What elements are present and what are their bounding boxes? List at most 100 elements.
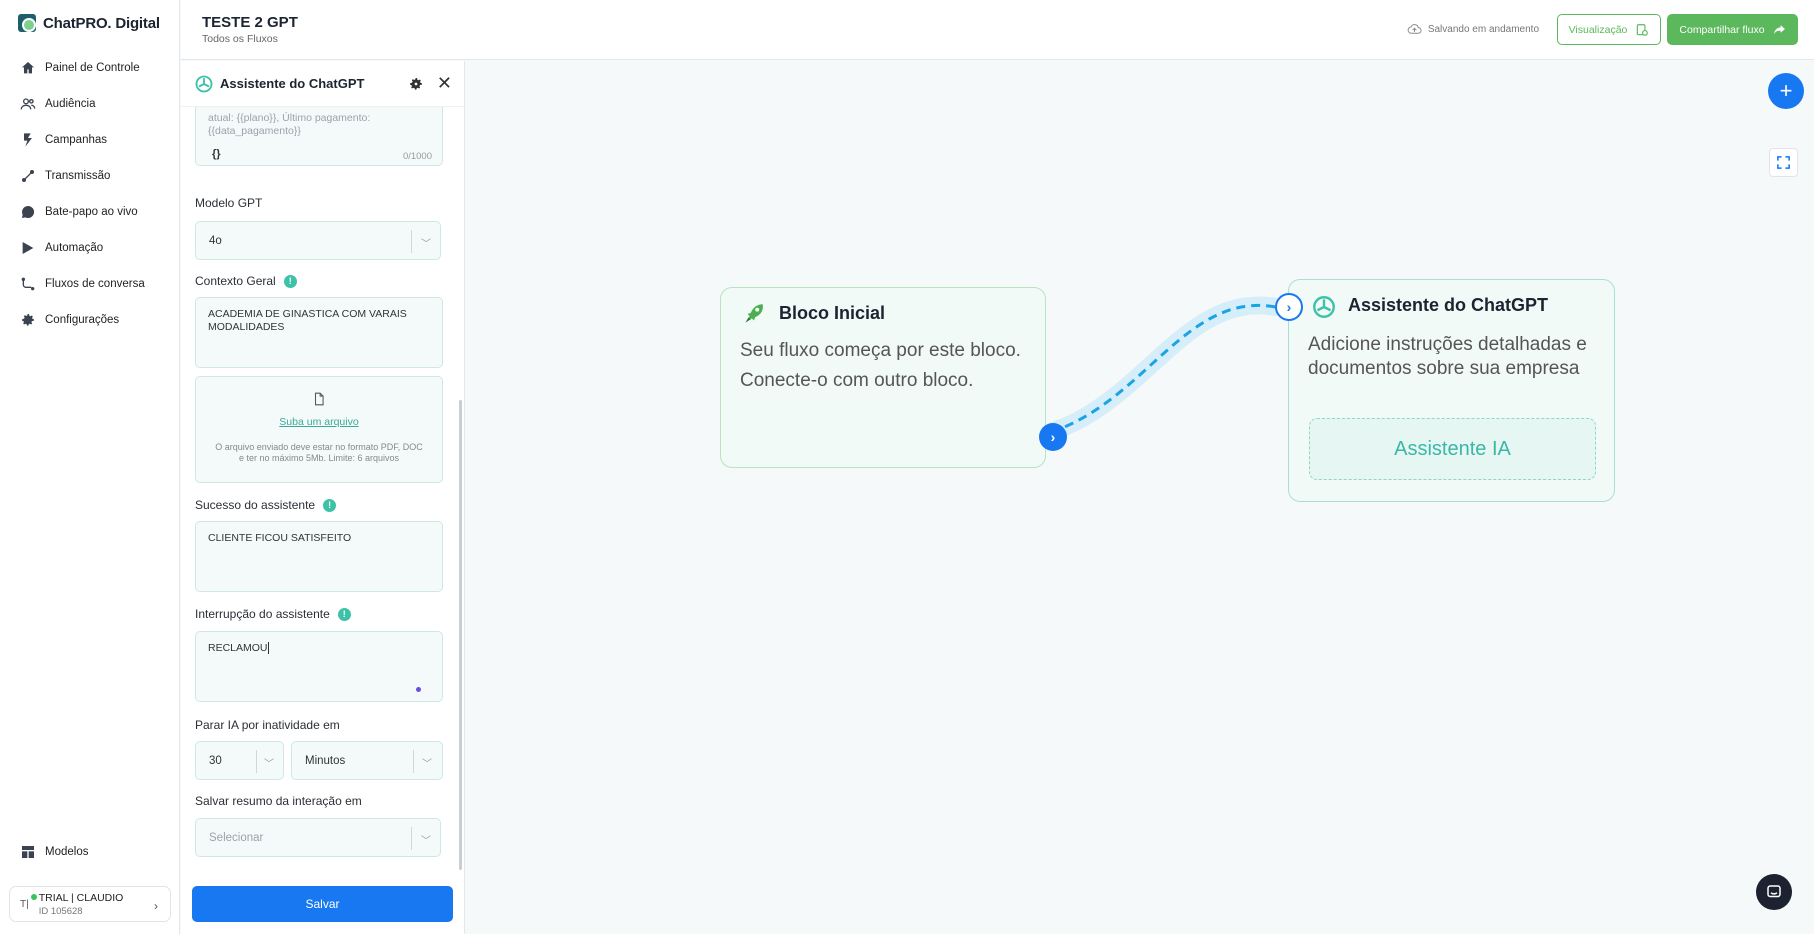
sidebar-item-transmissao[interactable]: Transmissão <box>0 158 180 194</box>
chatgpt-node[interactable]: Assistente do ChatGPT Adicione instruçõe… <box>1288 279 1615 502</box>
chat-icon <box>22 205 35 218</box>
users-icon <box>20 98 36 110</box>
support-chat-button[interactable] <box>1756 874 1792 910</box>
broadcast-icon <box>22 170 34 182</box>
panel-header: Assistente do ChatGPT ✕ <box>181 61 464 107</box>
user-card[interactable]: T| TRIAL | CLAUDIO ID 105628 › <box>9 886 171 922</box>
user-name: TRIAL | CLAUDIO <box>38 891 124 904</box>
interruption-label-text: Interrupção do assistente <box>195 607 330 621</box>
chatgpt-logo-icon <box>195 75 213 92</box>
success-label: Sucesso do assistente ! <box>195 498 337 512</box>
sidebar-item-automacao[interactable]: Automação <box>0 230 180 266</box>
info-icon[interactable]: ! <box>283 274 297 288</box>
char-counter: 0/1000 <box>402 151 432 162</box>
share-flow-button-label: Compartilhar fluxo <box>1679 23 1765 36</box>
flow-canvas[interactable]: Bloco Inicial Seu fluxo começa por este … <box>466 61 1814 934</box>
context-label-text: Contexto Geral <box>195 274 276 288</box>
bolt-icon <box>24 133 32 147</box>
select-divider <box>413 750 414 773</box>
chevron-down-icon: ﹀ <box>264 759 274 770</box>
cloud-upload-icon <box>1407 24 1422 34</box>
rocket-icon <box>745 304 763 323</box>
settings-gear-icon[interactable] <box>408 76 424 92</box>
text-cursor <box>267 642 269 655</box>
panel-body: atual: {{plano}}, Último pagamento: {{da… <box>181 107 465 869</box>
home-icon <box>22 62 34 74</box>
model-select[interactable]: 4o ﹀ <box>195 221 441 260</box>
success-value: CLIENTE FICOU SATISFEITO <box>208 532 352 544</box>
summary-label: Salvar resumo da interação em <box>195 794 362 808</box>
flow-icon <box>21 277 35 291</box>
interruption-value: RECLAMOU <box>208 642 268 654</box>
ai-assistant-button[interactable]: Assistente IA <box>1309 418 1596 480</box>
chatgpt-logo-icon <box>1313 296 1335 318</box>
inactivity-label: Parar IA por inatividade em <box>195 718 340 732</box>
header: TESTE 2 GPT Todos os Fluxos Salvando em … <box>181 0 1814 60</box>
panel-scrollbar[interactable] <box>459 400 462 870</box>
close-icon[interactable]: ✕ <box>437 74 452 92</box>
output-port[interactable]: › <box>1039 423 1067 451</box>
sidebar-item-modelos[interactable]: Modelos <box>0 834 180 870</box>
interruption-textarea[interactable]: RECLAMOU <box>195 631 443 702</box>
interruption-label: Interrupção do assistente ! <box>195 607 351 621</box>
expand-icon <box>1777 156 1790 169</box>
success-textarea[interactable]: CLIENTE FICOU SATISFEITO <box>195 521 443 592</box>
insert-variable-button[interactable]: {} <box>212 148 221 161</box>
input-port[interactable]: › <box>1275 293 1303 321</box>
chevron-down-icon: ﹀ <box>421 836 431 847</box>
summary-select-placeholder: Selecionar <box>209 831 264 844</box>
start-node[interactable]: Bloco Inicial Seu fluxo começa por este … <box>720 287 1046 468</box>
file-upload-area[interactable]: Suba um arquivo O arquivo enviado deve e… <box>195 376 443 483</box>
sidebar-item-label: Configurações <box>45 314 120 326</box>
breadcrumb[interactable]: Todos os Fluxos <box>202 33 278 45</box>
preview-button-label: Visualização <box>1568 23 1628 36</box>
inactivity-unit-select[interactable]: Minutos ﹀ <box>291 741 443 780</box>
sidebar-item-campanhas[interactable]: Campanhas <box>0 122 180 158</box>
context-value: ACADEMIA DE GINASTICA COM VARAIS MODALID… <box>208 308 407 333</box>
success-label-text: Sucesso do assistente <box>195 498 316 512</box>
chat-icon <box>1767 885 1781 898</box>
chevron-right-icon: › <box>154 899 158 913</box>
summary-label-text: Salvar resumo da interação em <box>195 794 362 808</box>
sidebar-bottom: Modelos <box>0 834 180 870</box>
automation-icon <box>22 242 34 254</box>
preview-icon <box>1637 23 1649 36</box>
user-id: ID 105628 <box>38 905 83 917</box>
sidebar-item-label: Campanhas <box>45 134 108 146</box>
sidebar-item-configuracoes[interactable]: Configurações <box>0 302 180 338</box>
sidebar-item-audiencia[interactable]: Audiência <box>0 86 180 122</box>
preview-button[interactable]: Visualização <box>1557 14 1661 45</box>
instructions-textarea[interactable]: atual: {{plano}}, Último pagamento: {{da… <box>195 107 443 166</box>
chevron-down-icon: ﹀ <box>421 239 431 250</box>
brand[interactable]: ChatPRO. Digital <box>18 14 160 32</box>
page-title: TESTE 2 GPT <box>202 14 298 31</box>
model-select-value: 4o <box>209 234 222 247</box>
inactivity-amount-select[interactable]: 30 ﹀ <box>195 741 284 780</box>
save-button[interactable]: Salvar <box>192 886 453 922</box>
sidebar-item-label: Painel de Controle <box>45 62 140 74</box>
summary-select[interactable]: Selecionar ﹀ <box>195 818 441 857</box>
upload-file-link[interactable]: Suba um arquivo <box>196 416 442 428</box>
fullscreen-button[interactable] <box>1769 148 1798 177</box>
add-block-button[interactable]: + <box>1768 73 1804 109</box>
sidebar: ChatPRO. Digital Painel de Controle Audi… <box>0 0 180 934</box>
brand-name: ChatPRO. Digital <box>43 14 160 32</box>
sidebar-item-label: Audiência <box>45 98 96 110</box>
templates-icon <box>22 846 34 858</box>
start-node-text: Seu fluxo começa por este bloco. Conecte… <box>740 336 1021 396</box>
sidebar-item-bate-papo[interactable]: Bate-papo ao vivo <box>0 194 180 230</box>
start-node-text-line: Seu fluxo começa por este bloco. <box>740 340 1021 361</box>
info-icon[interactable]: ! <box>323 498 337 512</box>
inactivity-label-text: Parar IA por inatividade em <box>195 718 340 732</box>
sidebar-item-label: Modelos <box>45 846 89 858</box>
start-node-text-line: Conecte-o com outro bloco. <box>740 370 974 391</box>
saving-status-text: Salvando em andamento <box>1427 24 1539 35</box>
info-icon[interactable]: ! <box>337 607 351 621</box>
assistant-config-panel: Assistente do ChatGPT ✕ atual: {{plano}}… <box>181 61 465 934</box>
context-textarea[interactable]: ACADEMIA DE GINASTICA COM VARAIS MODALID… <box>195 297 443 368</box>
share-flow-button[interactable]: Compartilhar fluxo <box>1667 14 1798 45</box>
sidebar-item-fluxos[interactable]: Fluxos de conversa <box>0 266 180 302</box>
sidebar-item-painel[interactable]: Painel de Controle <box>0 50 180 86</box>
share-icon <box>1773 25 1785 34</box>
instructions-placeholder: atual: {{plano}}, Último pagamento: {{da… <box>208 112 371 137</box>
